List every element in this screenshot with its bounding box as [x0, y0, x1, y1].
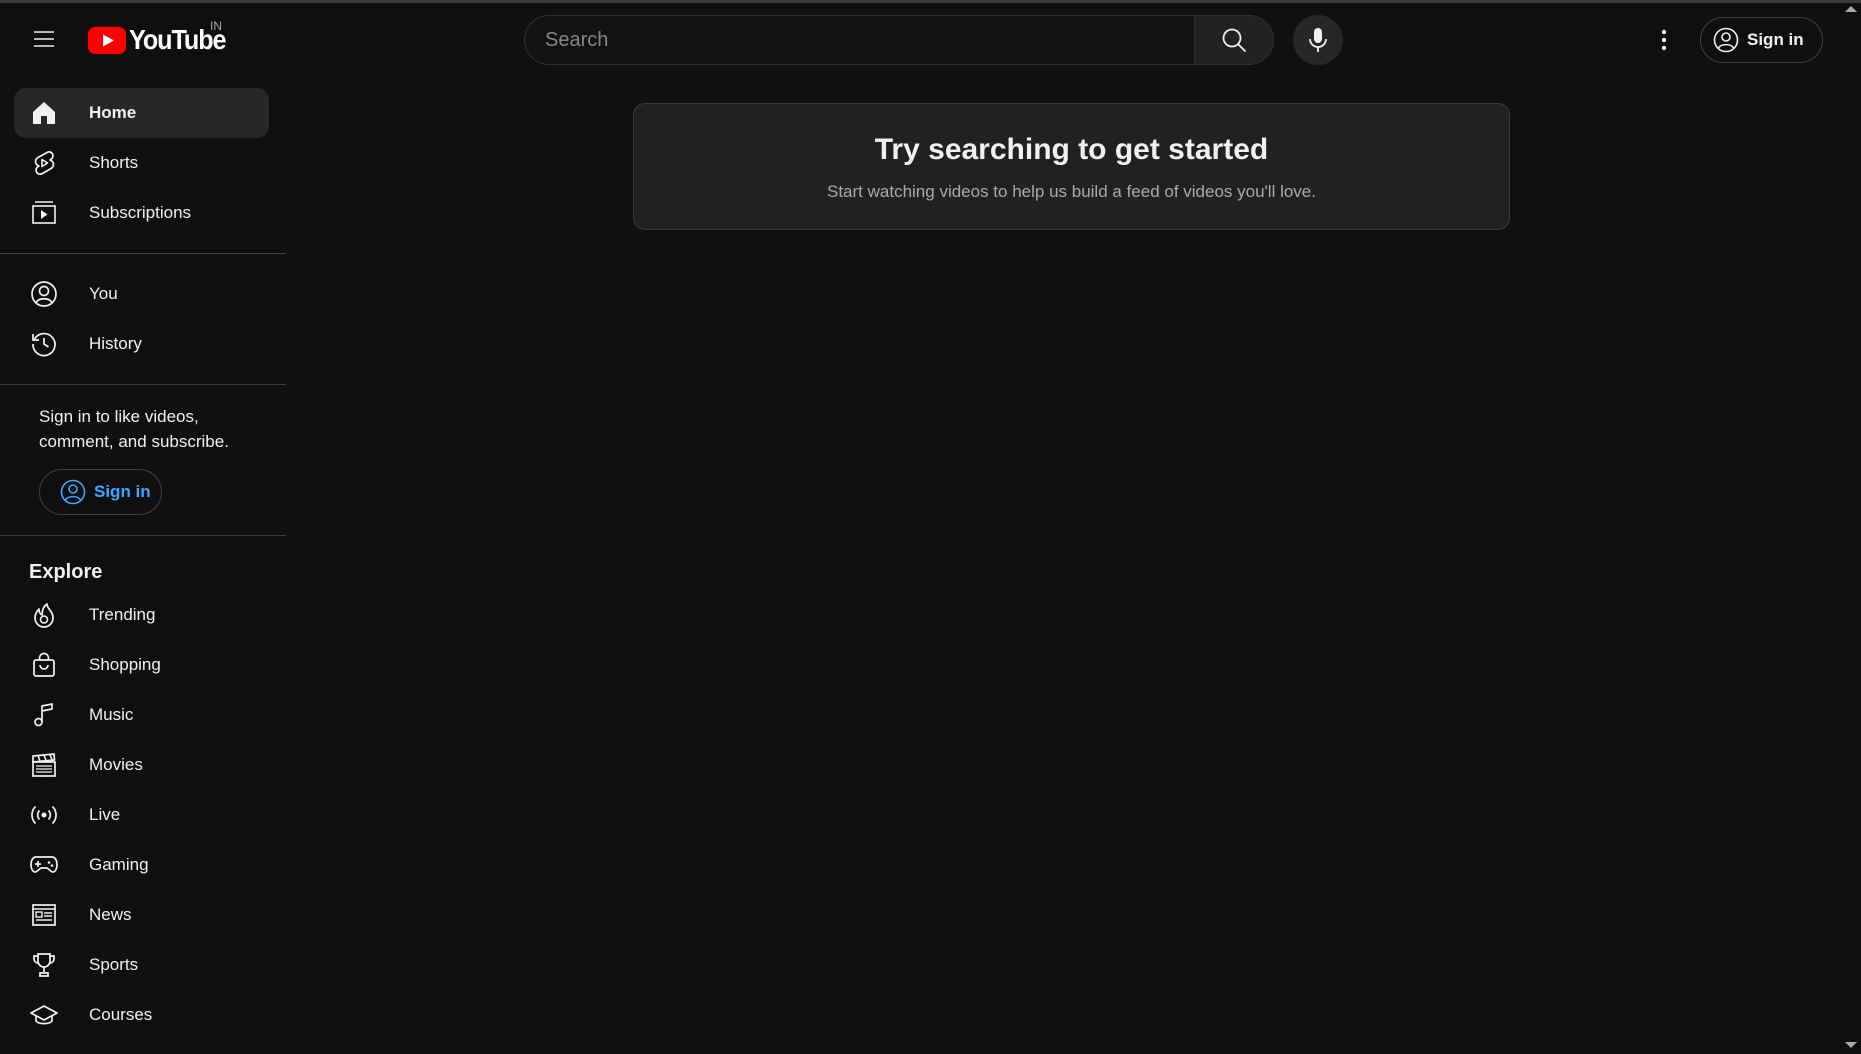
sidebar-item-you[interactable]: You	[14, 269, 269, 319]
sidebar-divider	[0, 384, 286, 385]
microphone-icon	[1307, 27, 1329, 53]
hamburger-icon	[32, 27, 56, 51]
sidebar-item-label: Home	[89, 103, 137, 122]
voice-search-button[interactable]	[1293, 15, 1343, 65]
live-broadcast-icon	[14, 801, 74, 829]
shopping-bag-icon	[14, 651, 74, 679]
account-circle-icon	[60, 479, 86, 505]
shorts-icon	[14, 149, 74, 177]
sidebar-item-label: Live	[89, 805, 121, 824]
search-button[interactable]	[1194, 15, 1274, 65]
sidebar-item-label: Shopping	[89, 655, 161, 674]
sidebar-item-gaming[interactable]: Gaming	[14, 840, 269, 890]
subscriptions-icon	[14, 199, 74, 227]
guide-menu-button[interactable]	[24, 19, 64, 59]
sidebar-item-subscriptions[interactable]: Subscriptions	[14, 188, 269, 238]
trophy-icon	[14, 951, 74, 979]
sidebar-item-courses[interactable]: Courses	[14, 990, 269, 1040]
sign-in-prompt-text: Sign in to like videos, comment, and sub…	[39, 407, 229, 451]
youtube-play-icon	[88, 26, 126, 54]
sidebar-item-home[interactable]: Home	[14, 88, 269, 138]
sidebar-item-shopping[interactable]: Shopping	[14, 640, 269, 690]
sidebar-item-label: Shorts	[89, 153, 139, 172]
sidebar-item-label: Music	[89, 705, 134, 724]
sidebar-item-label: Courses	[89, 1005, 153, 1024]
sidebar-item-label: Subscriptions	[89, 203, 192, 222]
guide-sidebar: Home Shorts Subscriptions You History Si…	[0, 71, 286, 1054]
sidebar-item-shorts[interactable]: Shorts	[14, 138, 269, 188]
settings-more-button[interactable]	[1644, 20, 1684, 60]
sidebar-item-music[interactable]: Music	[14, 690, 269, 740]
header-sign-in-label: Sign in	[1747, 30, 1804, 49]
masthead: YouTube IN Sign in	[0, 3, 1861, 71]
sidebar-item-trending[interactable]: Trending	[14, 590, 269, 640]
search-input[interactable]	[524, 15, 1194, 65]
sidebar-item-label: You	[89, 284, 118, 303]
sidebar-item-label: History	[89, 334, 142, 353]
sidebar-item-history[interactable]: History	[14, 319, 269, 369]
sidebar-item-label: Sports	[89, 955, 139, 974]
sidebar-item-label: News	[89, 905, 132, 924]
search-icon	[1221, 27, 1247, 53]
graduation-cap-icon	[14, 1001, 74, 1029]
sidebar-sign-in-button[interactable]: Sign in	[39, 469, 162, 515]
sidebar-divider	[0, 253, 286, 254]
sidebar-sign-in-label: Sign in	[94, 482, 151, 501]
more-vertical-icon	[1661, 29, 1667, 51]
sidebar-item-movies[interactable]: Movies	[14, 740, 269, 790]
music-note-icon	[14, 701, 74, 729]
empty-feed-title: Try searching to get started	[874, 133, 1269, 166]
sidebar-divider	[0, 535, 286, 536]
search-box	[524, 15, 1274, 65]
country-code: IN	[210, 19, 222, 33]
empty-feed-subtitle: Start watching videos to help us build a…	[827, 182, 1316, 201]
newspaper-icon	[14, 901, 74, 929]
explore-section-title: Explore	[29, 561, 103, 583]
sidebar-item-news[interactable]: News	[14, 890, 269, 940]
home-icon	[14, 99, 74, 127]
empty-feed-card: Try searching to get started Start watch…	[633, 103, 1510, 230]
sidebar-item-sports[interactable]: Sports	[14, 940, 269, 990]
sidebar-item-label: Gaming	[89, 855, 149, 874]
scroll-down-arrow[interactable]	[1845, 1042, 1857, 1048]
sidebar-item-label: Trending	[89, 605, 156, 624]
header-sign-in-button[interactable]: Sign in	[1700, 17, 1823, 63]
clapperboard-icon	[14, 751, 74, 779]
trending-icon	[14, 601, 74, 629]
gamepad-icon	[14, 851, 74, 879]
history-icon	[14, 330, 74, 358]
account-circle-icon	[14, 280, 74, 308]
sidebar-item-live[interactable]: Live	[14, 790, 269, 840]
account-circle-icon	[1713, 27, 1739, 53]
scroll-up-arrow[interactable]	[1845, 6, 1857, 12]
sidebar-item-label: Movies	[89, 755, 143, 774]
